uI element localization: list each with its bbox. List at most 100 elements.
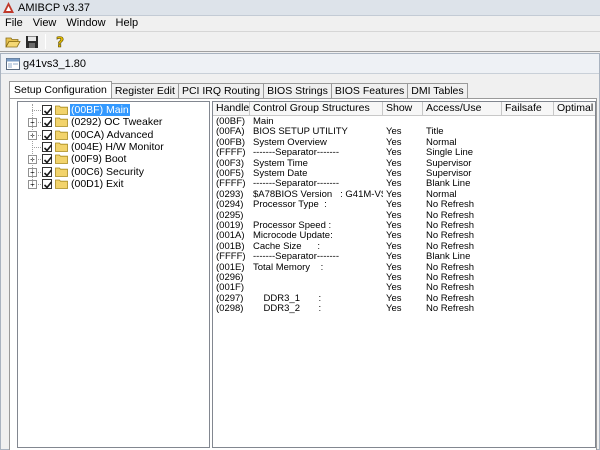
- tab-dmi-tables[interactable]: DMI Tables: [407, 83, 468, 98]
- tree-checkbox[interactable]: [42, 105, 53, 115]
- table-row[interactable]: (0298) DDR3_2 : Yes No Refresh: [213, 304, 595, 315]
- table-row[interactable]: (00F5) System Date Yes Supervisor: [213, 169, 595, 179]
- table-cell: [554, 263, 595, 273]
- tree-checkbox[interactable]: [42, 178, 53, 189]
- tree-checkbox[interactable]: [42, 166, 53, 177]
- tree-item[interactable]: + (00CA) Advanced: [18, 129, 208, 141]
- tree-item[interactable]: + (00D1) Exit: [18, 178, 208, 190]
- table-row[interactable]: (001A) Microcode Update: Yes No Refresh: [213, 231, 595, 242]
- table-cell: No Refresh: [426, 293, 475, 304]
- tree-item[interactable]: (004E) H/W Monitor: [18, 141, 208, 153]
- tab-register-edit[interactable]: Register Edit: [110, 83, 179, 98]
- table-cell: Yes: [386, 273, 402, 283]
- tree-item-label[interactable]: (0292) OC Tweaker: [70, 116, 163, 128]
- open-button[interactable]: [4, 33, 22, 50]
- table-cell: [554, 294, 595, 304]
- tree-item-label[interactable]: (004E) H/W Monitor: [70, 141, 165, 153]
- setup-tree-view[interactable]: (00BF) Main + (0292) OC Tweaker + (00CA) Adv…: [17, 101, 210, 448]
- column-header[interactable]: Show: [383, 102, 423, 116]
- table-cell: Yes: [386, 231, 402, 242]
- table-row[interactable]: (00FA) BIOS SETUP UTILITY Yes Title: [213, 127, 595, 138]
- table-cell: No Refresh: [426, 262, 475, 273]
- table-cell: (0297): [216, 293, 244, 304]
- tree-item[interactable]: + (0292) OC Tweaker: [18, 116, 208, 128]
- tree-checkbox[interactable]: [42, 154, 53, 165]
- column-header[interactable]: Control Group Structures: [250, 102, 383, 116]
- menu-help[interactable]: Help: [111, 16, 144, 31]
- tree-checkbox[interactable]: [42, 129, 53, 140]
- folder-icon: [55, 105, 68, 115]
- tree-item-label[interactable]: (00D1) Exit: [70, 178, 125, 190]
- help-button[interactable]: ?: [51, 33, 69, 50]
- table-row[interactable]: (0296) Yes No Refresh: [213, 273, 595, 283]
- folder-icon: [55, 154, 68, 165]
- tree-item-label[interactable]: (00BF) Main: [70, 104, 130, 116]
- table-row[interactable]: (001B) Cache Size : Yes No Refresh: [213, 241, 595, 252]
- table-cell: Normal: [426, 189, 457, 200]
- tree-checkbox[interactable]: [42, 117, 53, 128]
- table-row[interactable]: (0294) Processor Type : Yes No Refresh: [213, 200, 595, 210]
- tree-item[interactable]: + (00C6) Security: [18, 166, 208, 178]
- table-row[interactable]: (001F) Yes No Refresh: [213, 283, 595, 293]
- tab-bios-features[interactable]: BIOS Features: [330, 83, 409, 98]
- tab-setup-configuration[interactable]: Setup Configuration: [9, 81, 112, 98]
- table-cell: [502, 117, 554, 127]
- table-row[interactable]: (001E) Total Memory : Yes No Refresh: [213, 262, 595, 273]
- table-cell: [554, 190, 595, 200]
- tab-pci-irq-routing[interactable]: PCI IRQ Routing: [177, 83, 265, 98]
- table-cell: Main: [253, 117, 274, 127]
- save-disk-icon: [26, 35, 38, 48]
- help-icon: ?: [56, 35, 65, 49]
- table-cell: [554, 148, 595, 158]
- table-cell: System Time: [253, 158, 308, 169]
- table-cell: [502, 127, 554, 137]
- table-cell: [423, 117, 502, 127]
- table-row[interactable]: (00BF) Main: [213, 117, 595, 127]
- document-title-bar: g41vs3_1.80: [1, 54, 599, 74]
- column-header[interactable]: Access/Use: [423, 102, 502, 116]
- table-row[interactable]: (0295) Yes No Refresh: [213, 211, 595, 221]
- tree-item-label[interactable]: (00CA) Advanced: [70, 129, 154, 141]
- checkmark-icon: [43, 156, 53, 164]
- tree-item[interactable]: (00BF) Main: [18, 104, 208, 116]
- table-row[interactable]: (FFFF) -------Separator------- Yes Single L…: [213, 148, 595, 159]
- table-cell: $A78BIOS Version : G41M-VS3...: [253, 189, 383, 200]
- table-cell: [554, 138, 595, 148]
- tree-checkbox[interactable]: [42, 141, 53, 152]
- tree-item-label[interactable]: (00C6) Security: [70, 166, 145, 178]
- table-cell: Cache Size :: [253, 241, 321, 252]
- tree-item-label[interactable]: (00F9) Boot: [70, 153, 127, 165]
- menu-file[interactable]: File: [0, 16, 28, 31]
- table-cell: (00FA): [216, 127, 245, 138]
- table-cell: Yes: [386, 304, 402, 315]
- tree-connector-line: [32, 146, 41, 148]
- table-row[interactable]: (0297) DDR3_1 : Yes No Refresh: [213, 293, 595, 304]
- control-group-table[interactable]: Handle Control Group Structures Show Access…: [212, 101, 596, 448]
- table-cell: (001B): [216, 241, 245, 252]
- menu-window[interactable]: Window: [61, 16, 110, 31]
- column-header[interactable]: Failsafe: [502, 102, 554, 116]
- table-cell: System Date: [253, 169, 308, 179]
- column-header[interactable]: Handle: [213, 102, 250, 116]
- table-cell: Title: [426, 127, 444, 138]
- table-cell: -------Separator-------: [253, 252, 340, 263]
- table-cell: [502, 273, 554, 283]
- table-row[interactable]: (0293) $A78BIOS Version : G41M-VS3...Yes N…: [213, 189, 595, 200]
- tab-bios-strings[interactable]: BIOS Strings: [263, 83, 332, 98]
- table-row[interactable]: (FFFF) -------Separator------- Yes Blank Li…: [213, 179, 595, 189]
- tree-item[interactable]: + (00F9) Boot: [18, 153, 208, 165]
- folder-icon: [55, 142, 68, 152]
- table-row[interactable]: (00FB) System Overview Yes Normal: [213, 138, 595, 148]
- table-row[interactable]: (FFFF) -------Separator------- Yes Blank Li…: [213, 252, 595, 263]
- menu-view[interactable]: View: [28, 16, 62, 31]
- tree-connector-line: [32, 110, 41, 111]
- save-button[interactable]: [23, 33, 41, 50]
- table-row[interactable]: (00F3) System Time Yes Supervisor: [213, 158, 595, 169]
- table-cell: Yes: [386, 148, 402, 159]
- table-cell: [554, 169, 595, 179]
- tab-strip: Setup Configuration Register Edit PCI IR…: [9, 81, 468, 98]
- table-row[interactable]: (0019) Processor Speed : Yes No Refresh: [213, 221, 595, 231]
- table-cell: [502, 179, 554, 189]
- table-cell: [502, 294, 554, 304]
- column-header[interactable]: Optimal: [554, 102, 595, 116]
